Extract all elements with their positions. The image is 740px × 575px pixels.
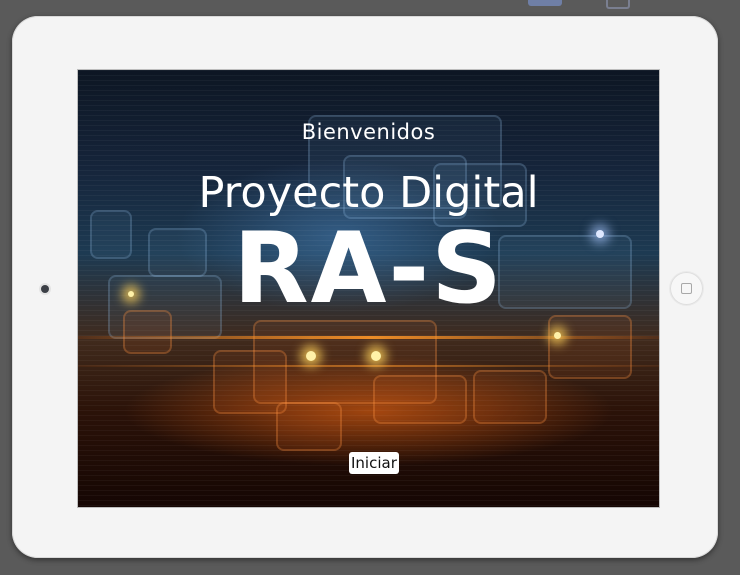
background-box [473, 370, 547, 424]
light-dot [371, 351, 381, 361]
start-button[interactable]: Iniciar [349, 452, 399, 474]
background-box [548, 315, 632, 379]
app-screen: Bienvenidos Proyecto Digital RA-S Inicia… [77, 69, 660, 508]
project-subtitle: Proyecto Digital [198, 168, 539, 218]
glow-line [78, 336, 659, 339]
tablet-frame: Bienvenidos Proyecto Digital RA-S Inicia… [12, 16, 718, 558]
home-button[interactable] [670, 272, 703, 305]
app-title: RA-S [233, 212, 504, 326]
background-box [373, 375, 467, 424]
light-dot [306, 351, 316, 361]
camera-icon [41, 285, 49, 293]
background-box [276, 402, 342, 451]
light-dot [554, 332, 561, 339]
background-decoration [606, 0, 630, 9]
background-decoration [528, 0, 562, 6]
welcome-text: Bienvenidos [301, 120, 436, 144]
home-button-icon [681, 283, 692, 294]
glow-line [78, 365, 659, 367]
